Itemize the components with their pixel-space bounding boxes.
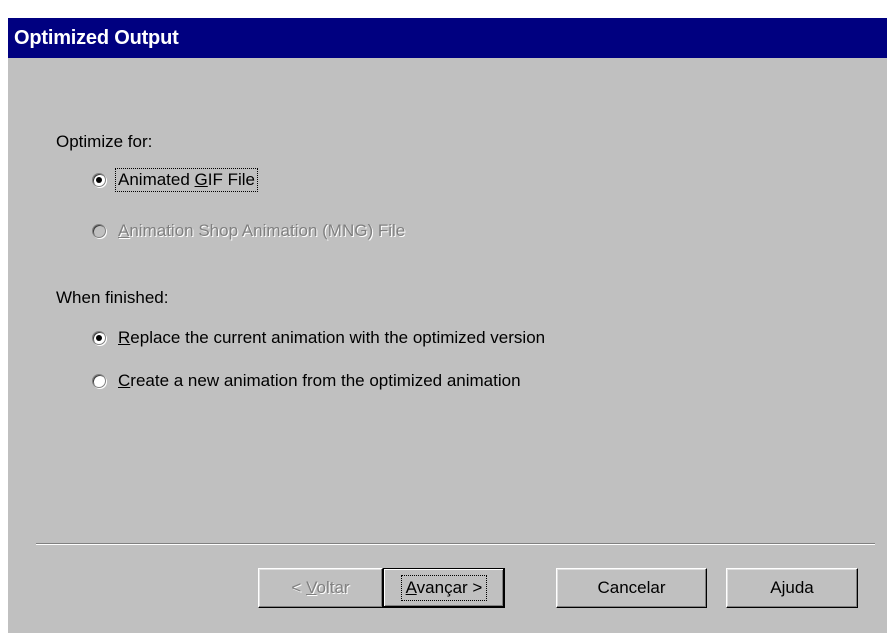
optimize-for-label: Optimize for: bbox=[56, 132, 153, 151]
cancel-button[interactable]: Cancelar bbox=[556, 568, 707, 608]
help-button-label: Ajuda bbox=[770, 578, 814, 597]
dialog-title: Optimized Output bbox=[14, 27, 179, 49]
radio-button-disabled-icon bbox=[92, 224, 106, 238]
radio-mng-file: Animation Shop Animation (MNG) File bbox=[92, 219, 407, 243]
radio-mng-file-label: Animation Shop Animation (MNG) File bbox=[118, 221, 406, 240]
title-bar: Optimized Output bbox=[8, 18, 887, 58]
back-button-label: < Voltar bbox=[291, 578, 350, 597]
radio-replace-current[interactable]: Replace the current animation with the o… bbox=[92, 326, 547, 350]
help-button[interactable]: Ajuda bbox=[726, 568, 858, 608]
radio-button-unchecked-icon[interactable] bbox=[92, 374, 106, 388]
radio-button-checked-icon[interactable] bbox=[92, 173, 106, 187]
next-button-label: Avançar > bbox=[400, 575, 488, 601]
radio-button-checked-icon[interactable] bbox=[92, 331, 106, 345]
cancel-button-label: Cancelar bbox=[597, 578, 666, 597]
radio-animated-gif-label: Animated GIF File bbox=[114, 168, 259, 192]
next-button[interactable]: Avançar > bbox=[383, 568, 505, 608]
when-finished-label: When finished: bbox=[56, 288, 169, 307]
button-separator bbox=[36, 543, 875, 545]
back-button[interactable]: < Voltar bbox=[258, 568, 383, 608]
radio-create-new[interactable]: Create a new animation from the optimize… bbox=[92, 369, 523, 393]
radio-replace-current-label: Replace the current animation with the o… bbox=[118, 328, 546, 347]
radio-animated-gif[interactable]: Animated GIF File bbox=[92, 168, 259, 192]
optimized-output-dialog: Optimized Output Optimize for: Animated … bbox=[8, 18, 887, 633]
radio-create-new-label: Create a new animation from the optimize… bbox=[118, 371, 521, 390]
